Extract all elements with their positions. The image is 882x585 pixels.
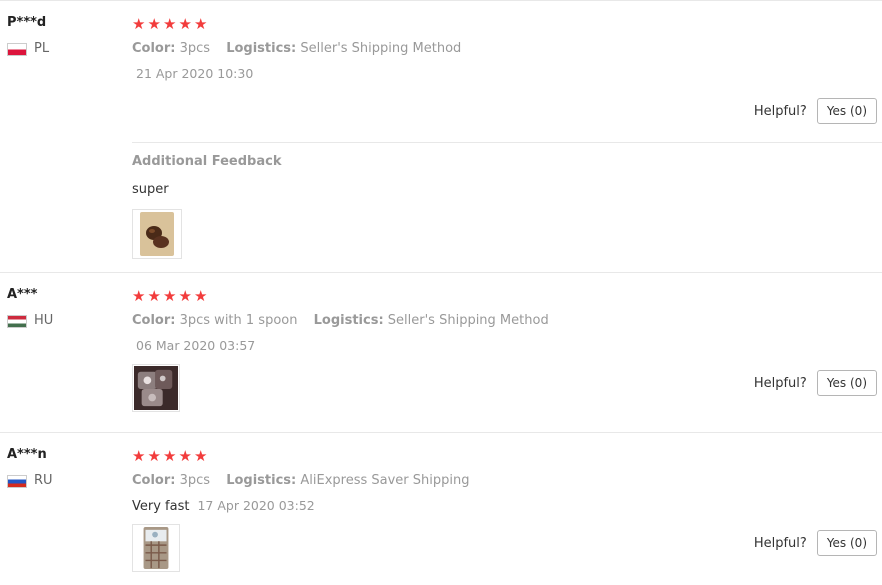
star-icon: ★ — [132, 447, 147, 465]
reviewer-name: A*** — [7, 287, 38, 302]
review-date: 21 Apr 2020 10:30 — [136, 66, 254, 81]
review-item: P***d PL ★★★★★ Color: 3pcs Logistics: Se… — [0, 0, 882, 273]
review-meta: Color: 3pcs Logistics: Seller's Shipping… — [132, 41, 877, 57]
star-icon: ★ — [163, 287, 178, 305]
photo-image — [134, 366, 178, 410]
star-icon: ★ — [132, 15, 147, 33]
photo-image — [134, 211, 180, 257]
color-value: 3pcs — [179, 473, 211, 488]
flag-hu-icon — [7, 314, 27, 328]
star-icon: ★ — [178, 287, 193, 305]
flag-pl-icon — [7, 42, 27, 56]
review-text: Very fast — [132, 499, 190, 514]
review-content: ★★★★★ Color: 3pcs Logistics: Seller's Sh… — [132, 15, 877, 82]
additional-feedback-title: Additional Feedback — [132, 154, 282, 169]
star-icon: ★ — [132, 287, 147, 305]
helpful-section: Helpful? Yes (0) — [754, 98, 877, 124]
helpful-section: Helpful? Yes (0) — [754, 530, 877, 556]
reviewer-info: A***n RU — [7, 446, 53, 489]
color-label: Color: — [132, 313, 176, 328]
divider — [132, 142, 882, 143]
review-item: A*** HU ★★★★★ Color: 3pcs with 1 spoon L… — [0, 272, 882, 433]
star-icon: ★ — [163, 447, 178, 465]
star-icon: ★ — [178, 447, 193, 465]
review-content: ★★★★★ Color: 3pcs with 1 spoon Logistics… — [132, 287, 877, 354]
helpful-yes-button[interactable]: Yes (0) — [816, 98, 877, 124]
star-icon: ★ — [194, 447, 209, 465]
review-photo-thumbnail[interactable] — [132, 524, 180, 572]
star-icon: ★ — [147, 287, 162, 305]
review-date: 17 Apr 2020 03:52 — [197, 498, 315, 513]
star-icon: ★ — [147, 447, 162, 465]
star-icon: ★ — [194, 15, 209, 33]
photo-image — [134, 526, 178, 570]
helpful-yes-button[interactable]: Yes (0) — [816, 530, 877, 556]
star-rating: ★★★★★ — [132, 15, 877, 33]
review-meta: Color: 3pcs with 1 spoon Logistics: Sell… — [132, 313, 877, 329]
helpful-label: Helpful? — [753, 375, 807, 391]
logistics-label: Logistics: — [226, 41, 297, 56]
reviewer-country: RU — [7, 473, 53, 489]
additional-feedback-text: super — [132, 182, 169, 197]
reviewer-country: PL — [7, 41, 49, 57]
reviewer-name: A***n — [7, 447, 47, 462]
reviewer-name: P***d — [7, 15, 47, 30]
color-value: 3pcs with 1 spoon — [179, 313, 298, 328]
review-meta: Color: 3pcs Logistics: AliExpress Saver … — [132, 473, 877, 489]
star-icon: ★ — [178, 15, 193, 33]
flag-ru-icon — [7, 474, 27, 488]
country-code: HU — [34, 313, 54, 328]
helpful-label: Helpful? — [753, 535, 807, 551]
country-code: RU — [34, 473, 53, 488]
logistics-label: Logistics: — [313, 313, 384, 328]
review-content: ★★★★★ Color: 3pcs Logistics: AliExpress … — [132, 447, 877, 515]
star-icon: ★ — [147, 15, 162, 33]
color-label: Color: — [132, 473, 176, 488]
star-icon: ★ — [194, 287, 209, 305]
color-value: 3pcs — [179, 41, 211, 56]
logistics-value: AliExpress Saver Shipping — [300, 473, 470, 488]
logistics-value: Seller's Shipping Method — [300, 41, 462, 56]
star-icon: ★ — [163, 15, 178, 33]
logistics-value: Seller's Shipping Method — [387, 313, 549, 328]
reviewer-country: HU — [7, 313, 53, 329]
country-code: PL — [34, 41, 50, 56]
review-item: A***n RU ★★★★★ Color: 3pcs Logistics: Al… — [0, 432, 882, 585]
review-text-line: Very fast 17 Apr 2020 03:52 — [132, 498, 877, 515]
reviewer-info: P***d PL — [7, 14, 49, 57]
helpful-yes-button[interactable]: Yes (0) — [816, 370, 877, 396]
review-date: 06 Mar 2020 03:57 — [136, 338, 256, 353]
star-rating: ★★★★★ — [132, 447, 877, 465]
logistics-label: Logistics: — [226, 473, 297, 488]
reviewer-info: A*** HU — [7, 286, 53, 329]
star-rating: ★★★★★ — [132, 287, 877, 305]
helpful-label: Helpful? — [753, 103, 807, 119]
review-photo-thumbnail[interactable] — [132, 209, 182, 259]
helpful-section: Helpful? Yes (0) — [754, 370, 877, 396]
color-label: Color: — [132, 41, 176, 56]
review-photo-thumbnail[interactable] — [132, 364, 180, 412]
